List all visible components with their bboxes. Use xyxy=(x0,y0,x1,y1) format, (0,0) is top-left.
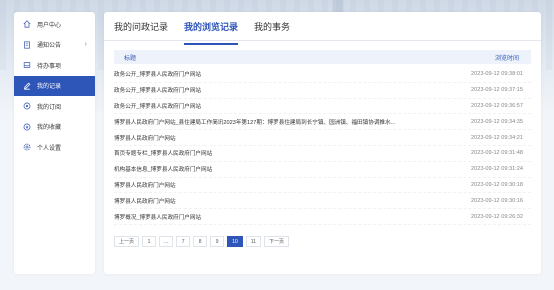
sidebar-item-label: 我的订阅 xyxy=(37,104,62,111)
next-page-button[interactable]: 下一页 xyxy=(263,236,289,247)
row-title[interactable]: 博罗县人民政府门户网站 xyxy=(114,197,176,205)
sidebar-item-settings[interactable]: 个人设置 xyxy=(14,137,95,157)
page-button-11[interactable]: 11 xyxy=(245,236,261,247)
row-time: 2023-09-12 09:38:01 xyxy=(471,71,523,78)
page-button-7[interactable]: 7 xyxy=(176,236,191,247)
row-title[interactable]: 机构基本信息_博罗县人民政府门户网站 xyxy=(114,165,212,173)
row-time: 2023-09-12 09:31:24 xyxy=(471,166,523,173)
sidebar-item-user-center[interactable]: 用户中心 xyxy=(14,14,95,34)
table-row[interactable]: 政务公开_博罗县人民政府门户网站 2023-09-12 09:36:57 xyxy=(114,99,531,115)
sidebar-item-notices[interactable]: 通知公告 › xyxy=(14,35,95,55)
sidebar-item-label: 我的收藏 xyxy=(37,125,62,131)
row-time: 2023-09-12 09:34:35 xyxy=(471,118,523,125)
document-icon xyxy=(22,40,31,49)
row-time: 2023-09-12 09:30:18 xyxy=(471,181,523,188)
row-title[interactable]: 首页专题专栏_博罗县人民政府门户网站 xyxy=(114,149,212,157)
table-row[interactable]: 政务公开_博罗县人民政府门户网站 2023-09-12 09:37:15 xyxy=(114,83,531,99)
row-time: 2023-09-12 09:31:48 xyxy=(471,150,523,157)
sidebar-item-label: 用户中心 xyxy=(37,22,62,29)
home-icon xyxy=(22,20,31,29)
table-header: 标题 浏览时间 xyxy=(114,50,531,64)
sidebar-item-label: 个人设置 xyxy=(37,145,62,152)
prev-page-button[interactable]: 上一页 xyxy=(114,236,140,247)
tab-bar: 我的问政记录 我的浏览记录 我的事务 xyxy=(114,20,306,45)
row-time: 2023-09-12 09:36:57 xyxy=(471,102,523,109)
table-row[interactable]: 机构基本信息_博罗县人民政府门户网站 2023-09-12 09:31:24 xyxy=(114,162,531,178)
page-button-10-current[interactable]: 10 xyxy=(227,236,243,247)
sidebar: 用户中心 通知公告 › 待办事项 我的记录 我的订阅 我的收藏 个人设置 xyxy=(14,12,95,274)
table-row[interactable]: 博罗概况_博罗县人民政府门户网站 2023-09-12 09:26:32 xyxy=(114,209,531,225)
table-row[interactable]: 博罗县人民政府门户网站_县住建局工作简讯2023年第127期：博罗县住建局到长宁… xyxy=(114,114,531,131)
tab-my-affairs[interactable]: 我的事务 xyxy=(254,20,290,42)
column-header-title: 标题 xyxy=(124,55,137,62)
table-row[interactable]: 首页专题专栏_博罗县人民政府门户网站 2023-09-12 09:31:48 xyxy=(114,146,531,162)
sidebar-item-my-records[interactable]: 我的记录 xyxy=(14,75,95,96)
sidebar-item-label: 待办事项 xyxy=(37,63,62,70)
column-header-time: 浏览时间 xyxy=(494,55,519,62)
inbox-icon xyxy=(22,61,31,70)
row-time: 2023-09-12 09:34:21 xyxy=(471,134,523,141)
page-button-1[interactable]: 1 xyxy=(142,236,157,247)
page-ellipsis: ... xyxy=(159,236,174,247)
tab-divider xyxy=(104,40,541,41)
table-row[interactable]: 博罗县人民政府门户网站 2023-09-12 09:30:16 xyxy=(114,193,531,210)
tab-my-inquiries[interactable]: 我的问政记录 xyxy=(114,20,168,42)
sidebar-item-label: 通知公告 xyxy=(37,43,62,49)
page-button-9[interactable]: 9 xyxy=(210,236,225,247)
pen-icon xyxy=(22,81,31,90)
sidebar-item-todo[interactable]: 待办事项 xyxy=(14,55,95,75)
chevron-right-icon: › xyxy=(84,41,87,48)
row-title[interactable]: 博罗县人民政府门户网站 xyxy=(114,134,176,142)
row-title[interactable]: 政务公开_博罗县人民政府门户网站 xyxy=(114,102,201,110)
row-title[interactable]: 政务公开_博罗县人民政府门户网站 xyxy=(114,70,201,78)
star-icon xyxy=(22,122,31,131)
table-row[interactable]: 政务公开_博罗县人民政府门户网站 2023-09-12 09:38:01 xyxy=(114,67,531,83)
bell-icon xyxy=(22,102,31,111)
sidebar-item-label: 我的记录 xyxy=(37,84,62,90)
row-title[interactable]: 政务公开_博罗县人民政府门户网站 xyxy=(114,86,201,94)
main-panel: 我的问政记录 我的浏览记录 我的事务 标题 浏览时间 政务公开_博罗县人民政府门… xyxy=(104,12,541,274)
sidebar-item-subscriptions[interactable]: 我的订阅 xyxy=(14,96,95,116)
tab-my-browsing-history[interactable]: 我的浏览记录 xyxy=(184,20,239,45)
table-row[interactable]: 博罗县人民政府门户网站 2023-09-12 09:34:21 xyxy=(114,130,531,146)
row-title[interactable]: 博罗县人民政府门户网站_县住建局工作简讯2023年第127期：博罗县住建局到长宁… xyxy=(114,118,395,126)
row-title[interactable]: 博罗县人民政府门户网站 xyxy=(114,181,176,189)
history-table: 政务公开_博罗县人民政府门户网站 2023-09-12 09:38:01 政务公开… xyxy=(114,67,531,225)
row-title[interactable]: 博罗概况_博罗县人民政府门户网站 xyxy=(114,213,201,221)
pagination: 上一页 1 ... 7 8 9 10 11 下一页 xyxy=(114,236,292,247)
row-time: 2023-09-12 09:30:16 xyxy=(471,197,523,204)
gear-icon xyxy=(22,143,31,152)
row-time: 2023-09-12 09:37:15 xyxy=(471,87,523,94)
table-row[interactable]: 博罗县人民政府门户网站 2023-09-12 09:30:18 xyxy=(114,178,531,194)
sidebar-item-favorites[interactable]: 我的收藏 xyxy=(14,117,95,137)
page-button-8[interactable]: 8 xyxy=(193,236,208,247)
row-time: 2023-09-12 09:26:32 xyxy=(471,213,523,220)
